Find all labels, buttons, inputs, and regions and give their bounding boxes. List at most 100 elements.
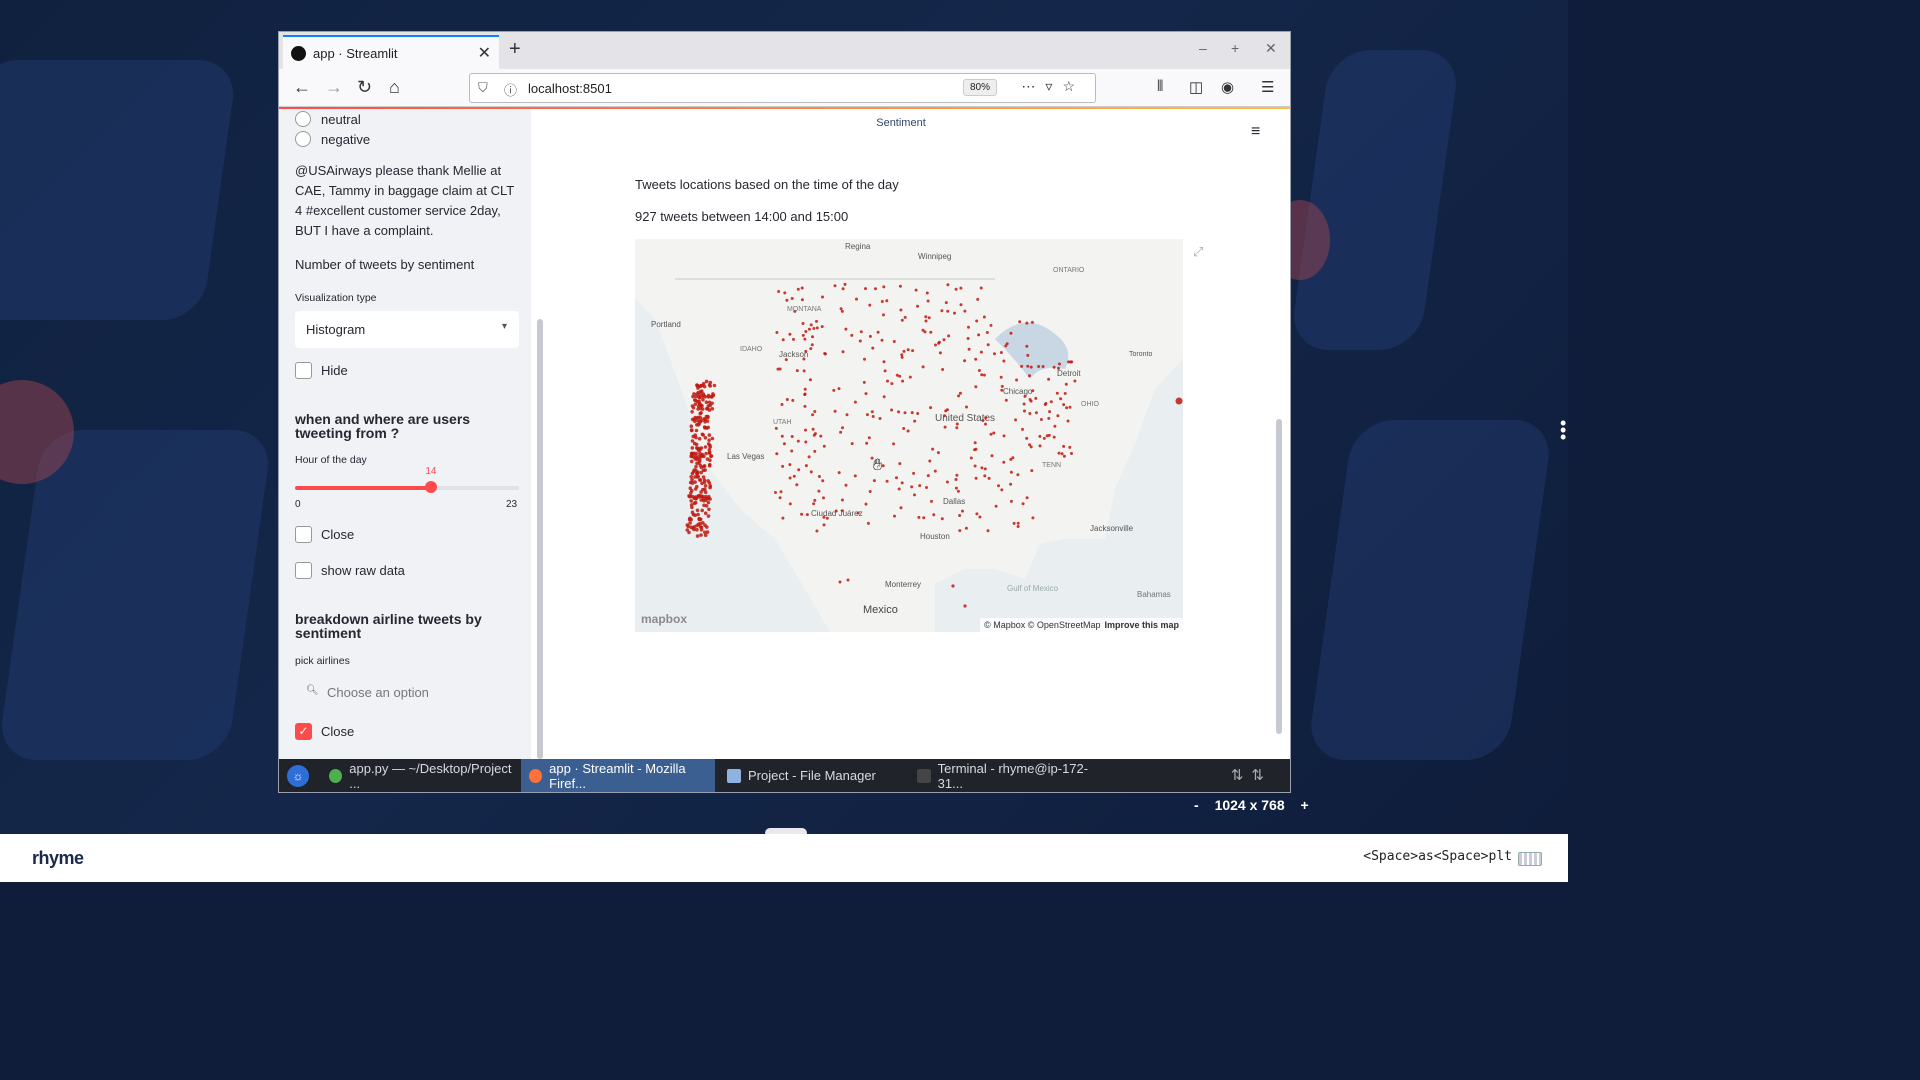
tweet-dot (1016, 525, 1020, 528)
taskbar-item-file-manager[interactable]: Project - File Manager (719, 759, 907, 792)
tweet-dot (932, 513, 936, 517)
tweet-dot (1012, 521, 1016, 525)
viz-select[interactable]: Histogram ▾ (295, 311, 519, 348)
forward-icon[interactable]: → (325, 77, 343, 98)
url-bar[interactable]: ⛉ ⓘ localhost:8501 80% ⋯▿☆ (469, 73, 1096, 103)
shield-icon[interactable]: ⛉ (478, 80, 488, 96)
map-label: Gulf of Mexico (1007, 584, 1059, 593)
tweet-dot (975, 319, 979, 323)
tweet-dot (689, 525, 693, 529)
tweet-dot (913, 493, 916, 497)
tweet-dot (817, 475, 821, 478)
back-icon[interactable]: ← (293, 77, 311, 98)
tweet-dot (695, 508, 700, 513)
tweet-dot (779, 490, 783, 494)
tweet-dot (883, 369, 887, 373)
sidebar-icon[interactable]: ◫ (1189, 78, 1203, 96)
tweet-dot (699, 490, 703, 494)
map-canvas[interactable]: United States Mexico MONTANA ONTARIO Las… (635, 239, 1183, 632)
tweet-dot (926, 474, 930, 478)
tweet-dot (701, 468, 706, 473)
tweet-dot (1028, 374, 1031, 378)
home-icon[interactable]: ⌂ (389, 77, 400, 98)
checkbox-icon[interactable] (295, 362, 312, 379)
tweet-dot (810, 343, 814, 347)
tweet-dot (689, 475, 693, 479)
tweet-dot (821, 479, 825, 483)
taskbar-item-firefox[interactable]: app · Streamlit - Mozilla Firef... (521, 759, 715, 792)
attribution-text[interactable]: © Mapbox © OpenStreetMap (984, 620, 1100, 630)
multiselect-placeholder[interactable]: Choose an option (327, 685, 429, 700)
tweet-dot (821, 295, 824, 299)
tweet-dot (938, 351, 942, 355)
tweet-map[interactable]: United States Mexico MONTANA ONTARIO Las… (635, 239, 1183, 632)
tweet-dot (885, 299, 889, 303)
account-icon[interactable]: ◉ (1221, 78, 1234, 96)
raw-data-checkbox[interactable]: show raw data (295, 562, 405, 579)
more-options-icon[interactable]: • • • (1560, 414, 1566, 446)
minimize-icon[interactable]: – (1199, 40, 1207, 56)
tweet-dot (1016, 521, 1020, 525)
airline-multiselect[interactable]: 🔍︎ Choose an option (295, 675, 519, 709)
streamlit-favicon-icon (291, 46, 306, 61)
close-tab-icon[interactable]: ✕ (478, 43, 491, 63)
tweet-dot (933, 469, 937, 473)
radio-neutral[interactable]: neutral (295, 111, 361, 127)
chevron-down-icon[interactable]: ▾ (502, 321, 507, 332)
keyboard-icon[interactable] (1518, 852, 1542, 866)
taskbar-item-editor[interactable]: app.py — ~/Desktop/Project ... (321, 759, 517, 792)
checkmark-icon[interactable]: ✓ (295, 723, 312, 740)
tweet-dot (785, 298, 789, 302)
close-window-icon[interactable]: ✕ (1265, 40, 1277, 57)
map-label: Jacksonville (1090, 524, 1134, 533)
maximize-icon[interactable]: + (1231, 40, 1239, 56)
page-actions[interactable]: ⋯▿☆ (1021, 78, 1085, 95)
mapbox-logo[interactable]: mapbox (641, 612, 687, 626)
hamburger-menu-icon[interactable]: ≡ (1251, 123, 1260, 141)
tweet-dot (957, 394, 961, 398)
menu-icon[interactable]: ☰ (1261, 78, 1274, 96)
close-checkbox[interactable]: Close (295, 526, 354, 543)
reload-icon[interactable]: ↻ (357, 77, 372, 98)
resolution-plus-button[interactable]: + (1301, 797, 1309, 813)
hour-slider[interactable] (295, 481, 519, 493)
tweet-dot (702, 464, 707, 468)
tweet-dot (878, 417, 882, 420)
url-text[interactable]: localhost:8501 (528, 81, 612, 96)
tweet-dot (983, 474, 987, 478)
tweet-dot (937, 340, 941, 344)
new-tab-icon[interactable]: + (509, 38, 521, 61)
tweet-dot (900, 481, 904, 485)
viz-select-value[interactable]: Histogram (306, 322, 365, 337)
tweet-dot (812, 327, 816, 330)
radio-negative[interactable]: negative (295, 131, 370, 147)
tweet-dot (694, 464, 698, 469)
tweet-dot (1025, 321, 1029, 325)
fullscreen-icon[interactable]: ⤢ (1193, 244, 1203, 260)
browser-tab[interactable]: app · Streamlit ✕ (283, 35, 499, 69)
library-icon[interactable]: ⫴ (1157, 78, 1163, 95)
hide-checkbox[interactable]: Hide (295, 362, 348, 379)
improve-map-link[interactable]: Improve this map (1104, 620, 1179, 630)
start-menu-icon[interactable]: ☼ (287, 765, 309, 787)
radio-circle-icon[interactable] (295, 131, 311, 147)
tweet-dot (846, 578, 850, 582)
tweet-dot (702, 503, 706, 508)
main-scrollbar[interactable] (1276, 419, 1282, 734)
tweet-dot (871, 415, 875, 418)
resolution-minus-button[interactable]: - (1194, 797, 1199, 813)
tweet-dot (703, 530, 707, 535)
checkbox-icon[interactable] (295, 526, 312, 543)
zoom-level[interactable]: 80% (962, 79, 997, 96)
tweet-dot (921, 328, 925, 332)
radio-circle-icon[interactable] (295, 111, 311, 127)
close-checkbox-checked[interactable]: ✓ Close (295, 723, 354, 740)
network-icon[interactable]: ⇅⇅ (1231, 766, 1272, 784)
tweet-dot (697, 399, 701, 404)
slider-thumb[interactable] (425, 481, 438, 493)
tweet-dot (1045, 434, 1049, 438)
tweet-dot (709, 395, 714, 399)
checkbox-icon[interactable] (295, 562, 312, 579)
taskbar-item-terminal[interactable]: Terminal - rhyme@ip-172-31... (909, 759, 1109, 792)
info-icon[interactable]: ⓘ (504, 80, 517, 99)
